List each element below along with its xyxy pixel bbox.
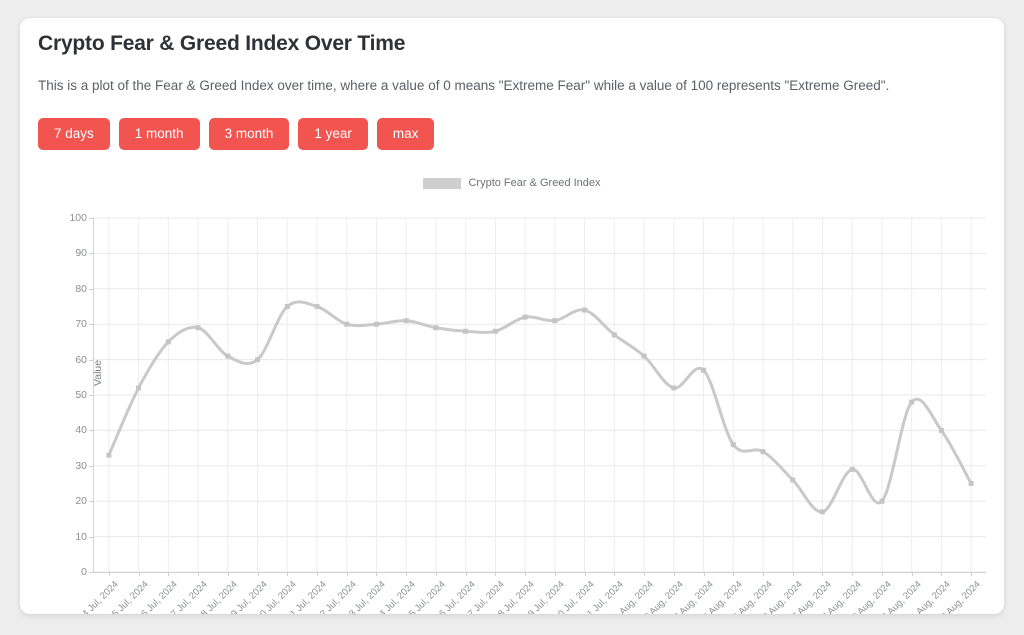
x-axis-tick-mark — [525, 572, 527, 576]
range-button-7-days[interactable]: 7 days — [38, 118, 110, 150]
x-axis-tick-mark — [673, 572, 675, 576]
x-axis-tick-mark — [435, 572, 437, 576]
page-description: This is a plot of the Fear & Greed Index… — [38, 78, 890, 93]
chart-container: Crypto Fear & Greed Index Value 0 10 20 30 4… — [38, 173, 986, 614]
y-axis-tick-label: 60 — [75, 353, 87, 366]
y-axis-tick-mark — [89, 324, 94, 326]
range-button-group: 7 days 1 month 3 month 1 year max — [38, 118, 435, 150]
y-axis-tick-mark — [89, 253, 94, 255]
x-axis-tick-mark — [346, 572, 348, 576]
x-axis-tick-mark — [376, 572, 378, 576]
y-axis-tick-label: 40 — [75, 424, 87, 437]
x-axis-tick-mark — [792, 572, 794, 576]
legend-swatch-icon — [423, 177, 462, 189]
x-axis-tick-mark — [108, 572, 110, 576]
range-button-3-month[interactable]: 3 month — [208, 118, 290, 150]
y-axis-tick-label: 70 — [75, 318, 87, 331]
y-axis-tick-mark — [89, 288, 94, 290]
legend-label: Crypto Fear & Greed Index — [468, 177, 601, 189]
x-axis-tick-mark — [852, 572, 854, 576]
x-axis-tick-mark — [138, 572, 140, 576]
x-axis-tick-mark — [287, 572, 289, 576]
x-axis-tick-mark — [465, 572, 467, 576]
y-axis-tick-mark — [89, 395, 94, 396]
x-axis-tick-mark — [881, 572, 883, 576]
x-axis-tick-mark — [911, 572, 913, 576]
x-axis-tick-mark — [614, 572, 616, 576]
y-axis-tick-label: 90 — [75, 247, 87, 260]
chart-legend: Crypto Fear & Greed Index — [38, 173, 986, 193]
x-axis-tick-mark — [317, 572, 318, 576]
x-axis-tick-mark — [495, 572, 497, 576]
x-axis-tick-mark — [733, 572, 735, 576]
x-axis-tick-mark — [584, 572, 586, 576]
chart-line-series — [106, 300, 974, 515]
y-axis-tick-label: 10 — [75, 530, 87, 543]
y-axis-tick-mark — [89, 501, 94, 503]
x-axis-tick-mark — [168, 572, 170, 576]
x-axis-tick-mark — [703, 572, 705, 576]
chart-plot-area: Value 0 10 20 30 40 50 60 70 80 90 100 14 Jul, 202… — [69, 212, 986, 614]
x-axis-tick-mark — [406, 572, 408, 576]
y-axis-tick-mark — [89, 465, 94, 467]
x-axis-tick-mark — [971, 572, 973, 576]
chart-card: Crypto Fear & Greed Index Over Time This… — [20, 18, 1004, 614]
y-axis-tick-label: 50 — [75, 389, 87, 401]
y-axis-tick-mark — [89, 572, 94, 573]
y-axis-tick-label: 20 — [75, 495, 87, 508]
x-axis-tick-mark — [763, 572, 764, 576]
x-axis-tick-mark — [941, 572, 943, 576]
y-axis-tick-label: 80 — [75, 282, 87, 295]
range-button-1-year[interactable]: 1 year — [298, 118, 368, 150]
x-axis-tick-mark — [198, 572, 200, 576]
y-axis-tick-mark — [89, 359, 94, 361]
range-button-max[interactable]: max — [376, 118, 435, 150]
x-axis-tick-mark — [554, 572, 556, 576]
x-axis-tick-mark — [227, 572, 229, 576]
x-axis-tick-mark — [644, 572, 646, 576]
y-axis-tick-label: 100 — [69, 212, 87, 224]
range-button-1-month[interactable]: 1 month — [118, 118, 200, 150]
x-axis-tick-mark — [257, 572, 259, 576]
y-axis-tick-mark — [89, 430, 94, 432]
x-axis-tick-mark — [822, 572, 824, 576]
page-title: Crypto Fear & Greed Index Over Time — [38, 32, 406, 55]
y-axis-tick-label: 30 — [75, 459, 87, 472]
y-axis-tick-mark — [89, 218, 94, 219]
y-axis-tick-label: 0 — [81, 566, 87, 578]
y-axis-tick-mark — [89, 536, 94, 538]
